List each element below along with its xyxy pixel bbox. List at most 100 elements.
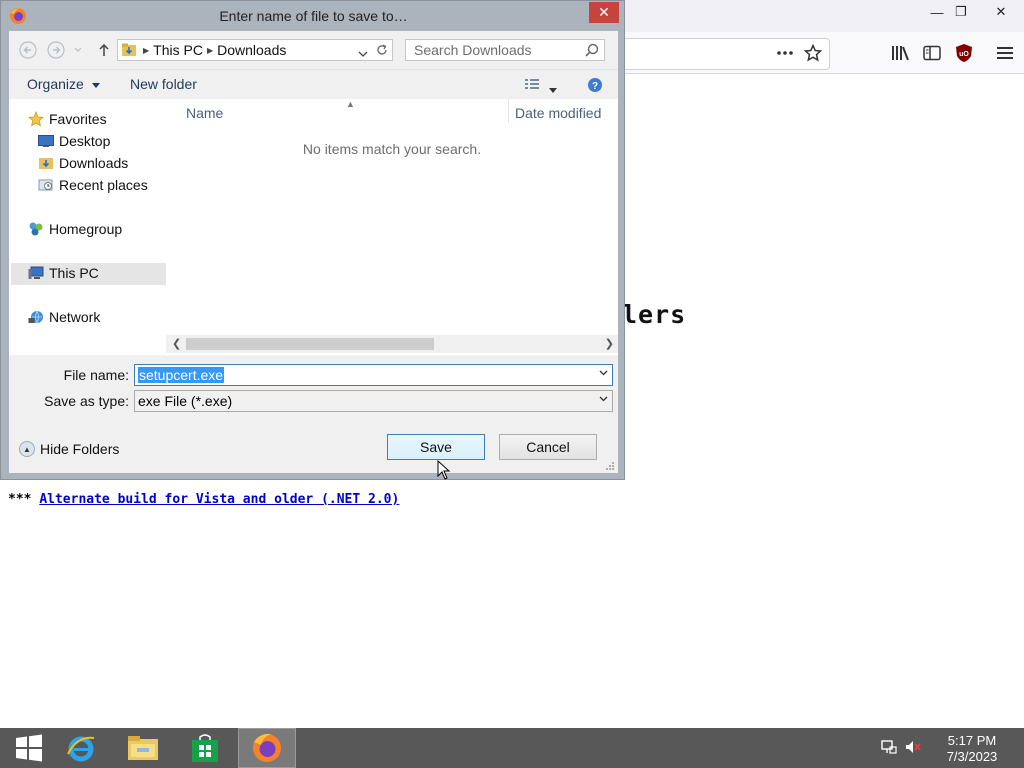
help-button[interactable]: ? <box>587 77 603 96</box>
firefox-taskbar-button[interactable] <box>238 728 296 768</box>
view-options-dropdown[interactable] <box>549 80 557 96</box>
back-button[interactable] <box>17 40 39 60</box>
library-icon[interactable] <box>887 40 913 66</box>
address-bar[interactable]: ▶ This PC ▶ Downloads <box>117 39 373 61</box>
file-explorer-icon <box>128 736 158 760</box>
taskbar: 5:17 PM 7/3/2023 <box>0 728 1024 768</box>
chevron-down-icon <box>74 47 82 52</box>
downloads-folder-icon <box>122 43 136 56</box>
menu-hamburger-icon[interactable] <box>992 40 1018 66</box>
store-button[interactable] <box>176 728 234 768</box>
search-box[interactable] <box>405 39 605 61</box>
firefox-icon <box>253 733 281 762</box>
windows-logo-icon <box>16 734 42 762</box>
nav-favorites[interactable]: Favorites <box>27 109 107 129</box>
save-as-type-select[interactable]: exe File (*.exe) <box>134 390 613 412</box>
nav-network-label: Network <box>49 309 101 325</box>
chevron-down-icon <box>358 51 368 57</box>
save-button[interactable]: Save <box>387 434 485 460</box>
recent-locations-button[interactable] <box>71 40 85 60</box>
nav-network[interactable]: Network <box>27 307 100 327</box>
back-arrow-icon <box>19 41 37 59</box>
nav-this-pc[interactable]: This PC <box>27 263 99 283</box>
up-button[interactable] <box>93 40 115 60</box>
breadcrumb-this-pc[interactable]: This PC <box>153 42 203 58</box>
new-folder-button[interactable]: New folder <box>130 76 197 92</box>
column-date-modified[interactable]: Date modified <box>515 105 601 121</box>
ublock-origin-icon[interactable]: uO <box>951 40 977 66</box>
sidebar-icon[interactable] <box>919 40 945 66</box>
system-clock[interactable]: 5:17 PM 7/3/2023 <box>936 733 1008 765</box>
nav-downloads[interactable]: Downloads <box>37 153 128 173</box>
hide-folders-toggle[interactable]: ▲ Hide Folders <box>19 441 119 457</box>
nav-recent-places-label: Recent places <box>59 177 148 193</box>
column-divider[interactable] <box>508 99 509 123</box>
breadcrumb-downloads[interactable]: Downloads <box>217 42 286 58</box>
page-actions-icon[interactable] <box>772 40 798 66</box>
mouse-cursor-icon <box>437 460 451 480</box>
file-name-field[interactable]: setupcert.exe <box>134 364 613 386</box>
scroll-left-icon[interactable]: ❮ <box>172 337 181 350</box>
internet-explorer-button[interactable] <box>52 728 110 768</box>
browser-close-button[interactable]: ✕ <box>984 0 1018 24</box>
save-file-dialog: Enter name of file to save to… ✕ ▶ This … <box>0 0 625 480</box>
file-name-label: File name: <box>63 367 129 383</box>
dialog-close-button[interactable]: ✕ <box>589 2 619 23</box>
dropdown-triangle-icon <box>549 88 557 93</box>
desktop-icon <box>37 133 55 149</box>
downloads-icon <box>37 155 55 171</box>
recent-places-icon <box>37 177 55 193</box>
network-tray-icon[interactable] <box>880 738 898 756</box>
address-history-dropdown[interactable] <box>358 45 368 61</box>
dropdown-triangle-icon <box>91 82 100 88</box>
empty-message: No items match your search. <box>302 141 482 157</box>
search-input[interactable] <box>414 42 580 58</box>
cancel-button[interactable]: Cancel <box>499 434 597 460</box>
column-name[interactable]: Name <box>186 105 223 121</box>
forward-button[interactable] <box>45 40 67 60</box>
dialog-body: ▶ This PC ▶ Downloads Organize N <box>9 31 618 473</box>
nav-recent-places[interactable]: Recent places <box>37 175 148 195</box>
svg-text:?: ? <box>592 81 598 92</box>
breadcrumb-separator-icon: ▶ <box>143 45 150 55</box>
refresh-icon <box>376 44 387 55</box>
network-icon <box>27 309 45 325</box>
nav-downloads-label: Downloads <box>59 155 129 171</box>
resize-grip-icon[interactable] <box>605 461 615 471</box>
star-icon <box>27 111 45 127</box>
file-explorer-button[interactable] <box>114 728 172 768</box>
alternate-build-row: *** Alternate build for Vista and older … <box>8 492 399 507</box>
refresh-button[interactable] <box>371 39 393 61</box>
homegroup-icon <box>27 221 45 237</box>
file-list: ▲ Name Date modified No items match your… <box>166 99 618 355</box>
command-bar: Organize New folder ? <box>9 69 618 99</box>
nav-this-pc-label: This PC <box>49 265 99 281</box>
sort-up-icon: ▲ <box>346 99 355 109</box>
page-heading-fragment: lers <box>622 300 687 329</box>
dialog-titlebar: Enter name of file to save to… ✕ <box>1 1 624 31</box>
start-button[interactable] <box>0 728 58 768</box>
file-name-value[interactable]: setupcert.exe <box>138 367 225 383</box>
alternate-build-link[interactable]: Alternate build for Vista and older (.NE… <box>39 492 399 507</box>
details-view-icon <box>525 79 539 89</box>
nav-desktop[interactable]: Desktop <box>37 131 110 151</box>
nav-homegroup-label: Homegroup <box>49 221 123 237</box>
bookmark-star-icon[interactable] <box>800 40 826 66</box>
scroll-right-icon[interactable]: ❯ <box>605 337 614 350</box>
breadcrumb-separator-icon: ▶ <box>206 45 214 55</box>
horizontal-scrollbar[interactable]: ❮ ❯ <box>166 335 618 353</box>
chevron-down-icon[interactable] <box>599 368 608 379</box>
chevron-down-icon[interactable] <box>599 394 608 405</box>
up-arrow-icon <box>99 43 109 56</box>
nav-homegroup[interactable]: Homegroup <box>27 219 122 239</box>
volume-muted-icon[interactable] <box>904 738 922 756</box>
address-row: ▶ This PC ▶ Downloads <box>9 31 618 69</box>
store-icon <box>192 734 218 762</box>
restore-button[interactable]: ❐ <box>944 0 978 24</box>
scroll-thumb[interactable] <box>186 338 434 350</box>
help-icon: ? <box>588 78 602 92</box>
organize-menu[interactable]: Organize <box>27 76 100 92</box>
view-options-button[interactable] <box>524 77 540 94</box>
bullet-stars: *** <box>8 492 32 507</box>
nav-desktop-label: Desktop <box>59 133 111 149</box>
